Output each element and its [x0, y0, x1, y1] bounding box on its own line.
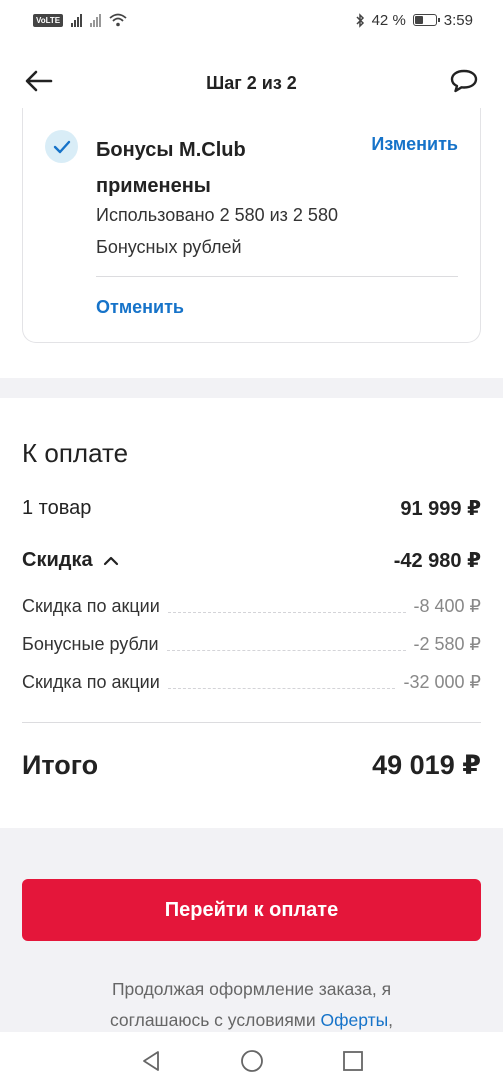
chat-bubble-icon: [450, 69, 478, 93]
total-value: 49 019 ₽: [372, 750, 481, 780]
bonus-title: Бонусы M.Club применены: [96, 139, 246, 197]
back-button[interactable]: [22, 66, 56, 96]
legal-text-line2: соглашаюсь с условиями Оферты,: [22, 1005, 481, 1035]
legal-suffix: ,: [388, 1010, 394, 1030]
legal-prefix: соглашаюсь с условиями: [109, 1010, 316, 1030]
discount-detail-value: -32 000 ₽: [403, 672, 481, 692]
section-separator: [0, 378, 503, 398]
change-bonus-button[interactable]: Изменить: [371, 134, 458, 155]
discount-detail-label: Скидка по акции: [22, 596, 160, 616]
payment-summary: К оплате 1 товар 91 999 ₽ Скидка -42 980…: [0, 398, 503, 828]
chevron-up-icon: [103, 556, 118, 565]
triangle-back-icon: [142, 1051, 159, 1071]
battery-icon: [412, 14, 440, 26]
battery-percent: 42 %: [371, 11, 406, 29]
status-bar-right: 42 % 3:59: [355, 12, 473, 29]
discount-detail-label: Бонусные рубли: [22, 634, 159, 654]
signal-icon: [71, 13, 83, 27]
bluetooth-icon: [356, 12, 364, 28]
nav-back-button[interactable]: [136, 1046, 166, 1076]
divider: [22, 722, 481, 723]
nav-recents-button[interactable]: [338, 1046, 368, 1076]
discount-detail-row: Бонусные рубли -2 580 ₽: [22, 634, 481, 655]
bonus-used-text: Использовано 2 580 из 2 580: [96, 205, 338, 225]
discount-toggle[interactable]: Скидка: [22, 549, 119, 572]
discount-value: -42 980 ₽: [393, 550, 481, 572]
nav-home-button[interactable]: [237, 1046, 267, 1076]
bonus-unit-text: Бонусных рублей: [96, 237, 242, 257]
discount-detail-row: Скидка по акции -32 000 ₽: [22, 672, 481, 693]
bonus-card: Бонусы M.Club применены Изменить Использ…: [22, 108, 481, 343]
offer-link[interactable]: Оферты: [320, 1010, 388, 1030]
dotted-leader: [167, 688, 396, 689]
items-value: 91 999 ₽: [400, 498, 481, 520]
page-title: Шаг 2 из 2: [206, 72, 297, 93]
summary-title: К оплате: [22, 438, 129, 468]
system-nav-bar: [0, 1032, 503, 1090]
total-label: Итого: [22, 750, 99, 780]
status-bar: VoLTE 42 % 3:59: [0, 0, 503, 40]
wifi-icon: [109, 13, 127, 27]
discount-label: Скидка: [22, 549, 93, 571]
status-bar-left: VoLTE: [33, 13, 127, 27]
arrow-left-icon: [25, 70, 53, 92]
discount-detail-label: Скидка по акции: [22, 672, 160, 692]
discount-row[interactable]: Скидка -42 980 ₽: [22, 548, 481, 573]
cancel-bonus-button[interactable]: Отменить: [96, 297, 184, 318]
total-row: Итого 49 019 ₽: [22, 750, 481, 781]
pay-button[interactable]: Перейти к оплате: [22, 879, 481, 941]
app-header: Шаг 2 из 2: [0, 52, 503, 108]
check-circle-icon: [45, 130, 78, 163]
clock: 3:59: [443, 11, 473, 29]
discount-detail-value: -8 400 ₽: [413, 596, 482, 616]
chat-button[interactable]: [447, 64, 481, 98]
square-recents-icon: [342, 1051, 363, 1071]
dotted-leader: [167, 612, 406, 613]
items-label: 1 товар: [22, 497, 92, 519]
circle-home-icon: [240, 1050, 263, 1072]
volte-badge: VoLTE: [33, 13, 64, 27]
dotted-leader: [166, 650, 406, 651]
discount-detail-value: -2 580 ₽: [413, 634, 482, 654]
legal-text-line1: Продолжая оформление заказа, я: [111, 979, 392, 999]
discount-detail-row: Скидка по акции -8 400 ₽: [22, 596, 481, 617]
items-row: 1 товар 91 999 ₽: [22, 496, 481, 521]
divider: [96, 276, 458, 277]
signal-icon-secondary: [90, 13, 102, 27]
